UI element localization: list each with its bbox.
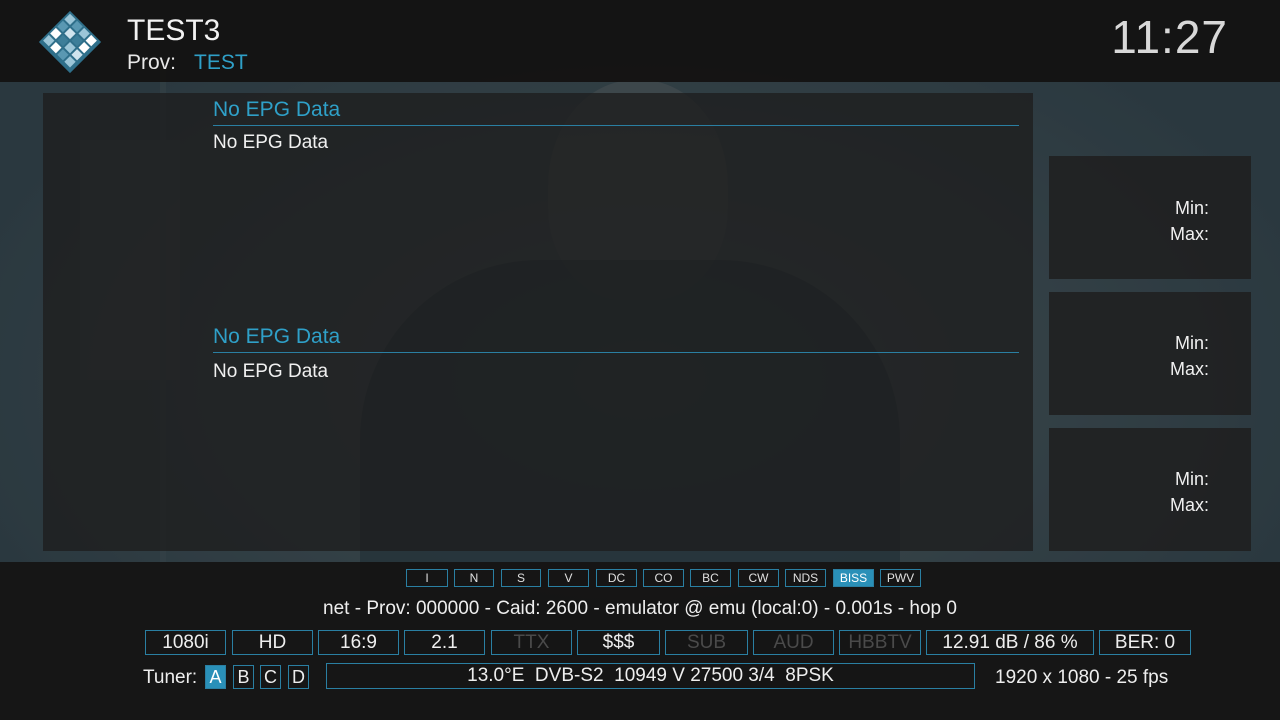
epg-next-description: No EPG Data	[213, 361, 329, 382]
side-panel-min-label: Min:	[1174, 198, 1209, 218]
cas-flag-co: CO	[643, 569, 684, 587]
cas-flag-bc: BC	[690, 569, 731, 587]
epg-next-divider	[213, 352, 1019, 353]
tuner-d: D	[288, 665, 309, 689]
info-resolution-mode: 1080i	[145, 630, 226, 655]
tuner-b: B	[233, 665, 254, 689]
cas-flag-v: V	[548, 569, 589, 587]
side-panel-min-label: Min:	[1174, 333, 1209, 353]
info-aspect: 16:9	[318, 630, 399, 655]
info-hd: HD	[232, 630, 313, 655]
cas-flag-i: I	[406, 569, 448, 587]
video-resolution: 1920 x 1080 - 25 fps	[995, 667, 1169, 688]
ecm-info: net - Prov: 000000 - Caid: 2600 - emulat…	[323, 598, 957, 619]
info-aud: AUD	[753, 630, 834, 655]
epg-panel	[43, 93, 1033, 551]
side-panel-2: Min: Max:	[1049, 292, 1251, 415]
cas-flag-cw: CW	[738, 569, 779, 587]
side-panel-max-label: Max:	[1169, 224, 1209, 244]
side-panel-max-label: Max:	[1169, 495, 1209, 515]
cas-flag-nds: NDS	[785, 569, 826, 587]
provider-value: TEST	[194, 51, 248, 74]
cas-flag-dc: DC	[596, 569, 637, 587]
tuner-a: A	[205, 665, 226, 689]
infobar-header: TEST3 Prov: TEST 11:27	[0, 0, 1280, 82]
cas-flag-n: N	[454, 569, 494, 587]
side-panel-3: Min: Max:	[1049, 428, 1251, 551]
epg-next-title: No EPG Data	[213, 325, 341, 348]
info-signal-quality: 12.91 dB / 86 %	[926, 630, 1094, 655]
epg-now-description: No EPG Data	[213, 132, 329, 153]
info-ber: BER: 0	[1099, 630, 1191, 655]
side-panel-max-label: Max:	[1169, 359, 1209, 379]
epg-now-title: No EPG Data	[213, 98, 341, 121]
info-ttx: TTX	[491, 630, 572, 655]
epg-now-divider	[213, 125, 1019, 126]
clock: 11:27	[1111, 11, 1228, 63]
info-audio-channels: 2.1	[404, 630, 485, 655]
transponder-info: 13.0°E DVB-S2 10949 V 27500 3/4 8PSK	[326, 663, 975, 689]
provider-label: Prov:	[127, 51, 177, 74]
cas-flag-s: S	[501, 569, 541, 587]
side-panel-min-label: Min:	[1174, 469, 1209, 489]
tuner-c: C	[260, 665, 281, 689]
info-sub: SUB	[665, 630, 748, 655]
info-crypt: $$$	[577, 630, 660, 655]
cas-flag-biss: BISS	[833, 569, 874, 587]
enigma-tile-logo-icon	[38, 10, 102, 74]
side-panel-1: Min: Max:	[1049, 156, 1251, 279]
info-hbbtv: HBBTV	[839, 630, 921, 655]
channel-name: TEST3	[127, 14, 221, 47]
tuner-label: Tuner:	[143, 667, 198, 688]
cas-flag-pwv: PWV	[880, 569, 921, 587]
